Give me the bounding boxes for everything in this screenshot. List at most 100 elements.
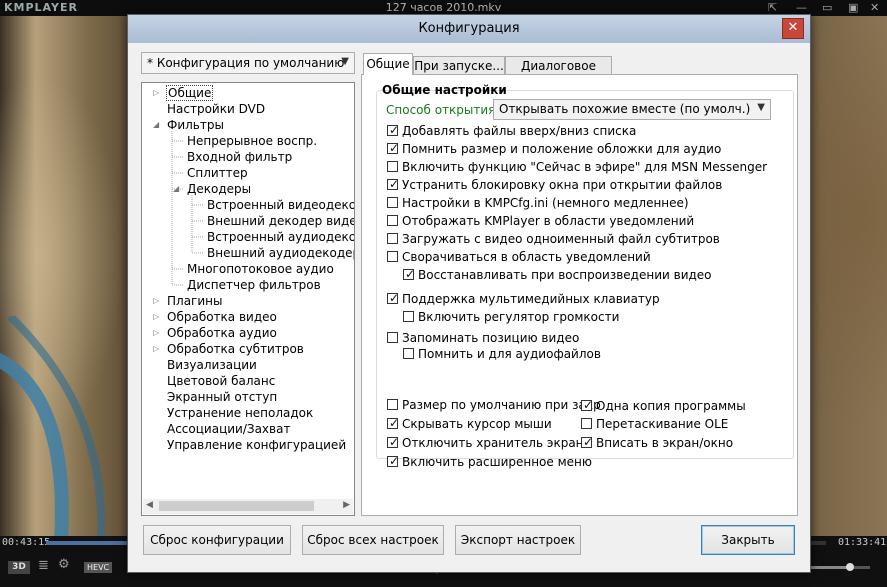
codec-badge: HEVC: [84, 562, 113, 573]
tree-item[interactable]: Ассоциации/Захват: [142, 421, 354, 437]
tree-item[interactable]: Экранный отступ: [142, 389, 354, 405]
gear-icon[interactable]: ⚙: [58, 557, 70, 572]
checkbox-checked[interactable]: ✓: [581, 398, 594, 412]
tree-item[interactable]: Цветовой баланс: [142, 373, 354, 389]
tab-startup[interactable]: При запуске...: [413, 56, 505, 74]
tree-item[interactable]: ▷ Обработка субтитров: [142, 341, 354, 357]
checkbox-label: Устранить блокировку окна при открытии ф…: [402, 178, 723, 192]
checkbox-checked[interactable]: ✓: [387, 435, 399, 449]
open-mode-label: Способ открытия:: [386, 103, 500, 117]
checkbox-label: Настройки в KMPCfg.ini (немного медленне…: [402, 196, 689, 210]
checkbox-unchecked[interactable]: [387, 332, 398, 343]
scroll-left-icon[interactable]: ◀: [146, 500, 153, 510]
checkbox-checked[interactable]: ✓: [387, 177, 399, 191]
tree-collapsed-icon[interactable]: ▷: [153, 309, 159, 325]
tree-item[interactable]: ▷ Обработка видео: [142, 309, 354, 325]
tree-expanded-icon[interactable]: ◢: [173, 181, 179, 197]
tree-item[interactable]: ◢ Декодеры: [142, 181, 354, 197]
checkbox-checked[interactable]: ✓: [581, 435, 593, 449]
tree-item-label: Визуализации: [167, 358, 257, 372]
tree-item-label: Декодеры: [187, 182, 252, 196]
tree-expanded-icon[interactable]: ◢: [153, 117, 159, 133]
tree-item[interactable]: Внешний аудиодекодер: [142, 245, 354, 261]
tree-item[interactable]: Многопотоковое аудио: [142, 261, 354, 277]
dialog-body: * Конфигурация по умолчанию ▼ ▷ Общие Наст…: [128, 43, 810, 572]
close-icon[interactable]: ✕: [870, 1, 879, 14]
tree-collapsed-icon[interactable]: ▷: [153, 85, 159, 101]
tree-item[interactable]: Встроенный видеодекоде: [142, 197, 354, 213]
checkbox-unchecked[interactable]: [403, 348, 414, 359]
export-settings-button[interactable]: Экспорт настроек: [455, 525, 581, 555]
tree-item[interactable]: Диспетчер фильтров: [142, 277, 354, 293]
settings-tree[interactable]: ▷ Общие Настройки DVD ◢ Фильтры Непрерывное в…: [141, 82, 355, 516]
tree-item-label: Обработка аудио: [167, 326, 277, 340]
tab-general[interactable]: Общие: [363, 53, 413, 75]
checkbox-checked[interactable]: ✓: [387, 416, 399, 430]
tree-horizontal-scrollbar[interactable]: ◀ ▶: [143, 499, 353, 514]
tree-collapsed-icon[interactable]: ▷: [153, 293, 159, 309]
scrollbar-thumb[interactable]: [159, 501, 314, 511]
profile-select-value: * Конфигурация по умолчанию: [147, 56, 345, 70]
tree-item-label: Фильтры: [167, 118, 224, 132]
checkmark-icon: ✓: [389, 454, 400, 468]
checkbox-label: Включить расширенное меню: [402, 455, 592, 469]
checkbox-label: Помнить размер и положение обложки для а…: [402, 142, 722, 156]
checkbox-unchecked[interactable]: [387, 233, 398, 244]
tree-item-label: Встроенный аудиодекоде: [207, 230, 354, 244]
open-mode-value: Открывать похожие вместе (по умолч.): [499, 102, 751, 116]
tree-item[interactable]: Устранение неполадок: [142, 405, 354, 421]
3d-button[interactable]: 3D: [8, 561, 30, 574]
checkbox-unchecked[interactable]: [387, 215, 398, 226]
tree-item-label: Общие: [166, 85, 214, 101]
open-mode-select[interactable]: Открывать похожие вместе (по умолч.) ▼: [493, 99, 771, 120]
minimize-icon[interactable]: —: [796, 1, 807, 14]
checkbox-checked[interactable]: ✓: [403, 267, 415, 281]
pin-icon[interactable]: ⇱: [768, 1, 777, 14]
tree-item[interactable]: Сплиттер: [142, 165, 354, 181]
checkbox-unchecked[interactable]: [387, 251, 398, 262]
volume-knob[interactable]: [846, 563, 854, 571]
tree-item[interactable]: Настройки DVD: [142, 101, 354, 117]
checkbox-label: Загружать с видео одноименный файл субти…: [402, 232, 720, 246]
tree-item[interactable]: ▷ Обработка аудио: [142, 325, 354, 341]
tree-item[interactable]: ▷ Общие: [142, 85, 354, 101]
checkbox-label: Поддержка мультимедийных клавиатур: [402, 292, 660, 306]
reset-all-button[interactable]: Сброс всех настроек: [302, 525, 444, 555]
tree-item[interactable]: Внешний декодер видео: [142, 213, 354, 229]
chevron-down-icon: ▼: [757, 102, 765, 113]
checkmark-icon: ✓: [583, 398, 594, 412]
checkbox-unchecked[interactable]: [387, 197, 398, 208]
tree-item[interactable]: Входной фильтр: [142, 149, 354, 165]
maximize-icon[interactable]: ▭: [822, 1, 832, 14]
checkbox-unchecked[interactable]: [403, 311, 414, 322]
tree-item[interactable]: Непрерывное воспр.: [142, 133, 354, 149]
checkbox-label: Вписать в экран/окно: [596, 436, 734, 450]
tree-item[interactable]: Визуализации: [142, 357, 354, 373]
checkbox-checked[interactable]: ✓: [387, 141, 400, 155]
fullscreen-icon[interactable]: ▣: [848, 1, 858, 14]
checkbox-unchecked[interactable]: [581, 418, 592, 429]
tree-item-label: Непрерывное воспр.: [187, 134, 318, 148]
playlist-icon[interactable]: ≣: [38, 558, 49, 573]
tree-item[interactable]: Встроенный аудиодекоде: [142, 229, 354, 245]
reset-config-button[interactable]: Сброс конфигурации: [143, 525, 291, 555]
checkbox-unchecked[interactable]: [387, 399, 398, 410]
checkbox-checked[interactable]: ✓: [387, 123, 399, 137]
checkbox-label: Восстанавливать при воспроизведении виде…: [418, 268, 712, 282]
close-button[interactable]: Закрыть: [701, 525, 795, 555]
tree-collapsed-icon[interactable]: ▷: [153, 341, 159, 357]
tree-item[interactable]: ▷ Плагины: [142, 293, 354, 309]
tree-collapsed-icon[interactable]: ▷: [153, 325, 159, 341]
tree-item[interactable]: Управление конфигурацией: [142, 437, 354, 453]
tree-item-label: Многопотоковое аудио: [187, 262, 334, 276]
tab-dialog-window[interactable]: Диалоговое окно: [505, 56, 612, 91]
dialog-titlebar[interactable]: Конфигурация ✕: [128, 15, 810, 43]
checkmark-icon: ✓: [389, 141, 400, 155]
tree-item[interactable]: ◢ Фильтры: [142, 117, 354, 133]
checkbox-unchecked[interactable]: [387, 161, 398, 172]
scroll-right-icon[interactable]: ▶: [343, 500, 350, 510]
checkbox-checked[interactable]: ✓: [387, 454, 400, 468]
checkbox-checked[interactable]: ✓: [387, 291, 399, 305]
profile-select[interactable]: * Конфигурация по умолчанию ▼: [141, 52, 355, 74]
dialog-close-button[interactable]: ✕: [782, 18, 804, 39]
